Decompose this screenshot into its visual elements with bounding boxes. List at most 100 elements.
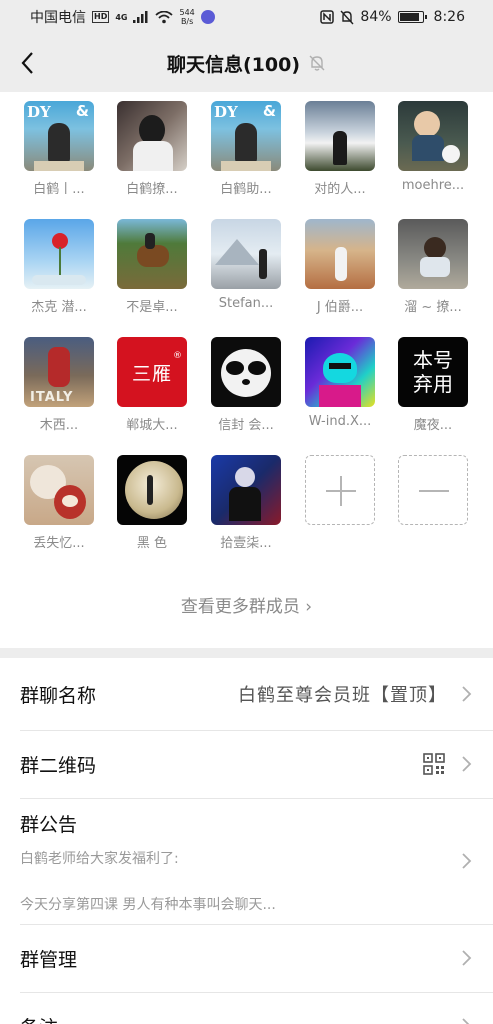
avatar-brand-text: 三雁 [131, 362, 172, 385]
member-name: 对的人... [314, 182, 366, 197]
member-tile[interactable]: Stefan... [202, 219, 290, 311]
member-tile[interactable]: 三雁 ® 郸城大... [108, 337, 196, 433]
remove-member-button[interactable] [389, 455, 477, 525]
net-speed-value: 544 [179, 8, 195, 17]
bell-off-status-icon [340, 10, 354, 24]
avatar-reg-mark: ® [173, 351, 182, 361]
net-speed-unit: B/s [180, 17, 194, 26]
group-manage-label: 群管理 [20, 948, 78, 971]
member-name: moehre... [401, 178, 465, 193]
member-tile[interactable]: 黑 色 [108, 455, 196, 551]
group-name-label: 群聊名称 [20, 684, 97, 707]
avatar [398, 101, 468, 171]
avatar [211, 337, 281, 407]
member-name: W-ind.X... [308, 414, 372, 429]
member-name: 白鹤丨... [33, 182, 85, 197]
group-manage-row[interactable]: 群管理 [0, 924, 493, 992]
avatar: 三雁 ® [117, 337, 187, 407]
avatar [24, 455, 94, 525]
nav-bar: 聊天信息(100) [0, 34, 493, 92]
avatar-text-line1: 本号 [413, 348, 453, 372]
member-tile[interactable]: DY & 白鹤丨... [15, 101, 103, 197]
avatar [117, 455, 187, 525]
hd-badge: HD [92, 11, 110, 23]
qr-code-icon [423, 753, 445, 775]
member-name: Stefan... [218, 296, 274, 311]
avatar-dy-text: DY [27, 103, 51, 121]
member-tile[interactable]: 杰克 潜... [15, 219, 103, 315]
signal-icon [133, 11, 148, 23]
wifi-icon [155, 10, 174, 23]
avatar [305, 337, 375, 407]
nfc-icon [320, 10, 335, 24]
member-tile[interactable]: 信封 会... [202, 337, 290, 433]
member-name: 白鹤撩... [126, 182, 178, 197]
chevron-right-icon [462, 853, 472, 869]
minus-icon[interactable] [398, 455, 468, 525]
avatar [211, 455, 281, 525]
member-grid-card: DY & 白鹤丨... 白鹤撩... DY & 白鹤助... 对的人... mo… [0, 92, 493, 648]
member-tile[interactable]: 不是卓... [108, 219, 196, 315]
app-notification-icon [200, 10, 215, 24]
avatar [305, 219, 375, 289]
bell-off-icon [309, 55, 325, 71]
avatar [117, 101, 187, 171]
avatar: ITALY [24, 337, 94, 407]
member-tile[interactable]: 对的人... [296, 101, 384, 197]
group-remark-row[interactable]: 备注 [0, 992, 493, 1024]
avatar-text-line2: 弃用 [413, 372, 453, 396]
member-tile[interactable]: 白鹤撩... [108, 101, 196, 197]
avatar [211, 219, 281, 289]
avatar [305, 101, 375, 171]
clock: 8:26 [433, 9, 465, 25]
chevron-right-icon [462, 950, 472, 966]
avatar: DY & [24, 101, 94, 171]
group-notice-preview-line2: 今天分享第四课 男人有种本事叫会聊天... [20, 897, 276, 913]
member-tile[interactable]: 本号 弃用 魔夜... [389, 337, 477, 433]
member-tile[interactable]: moehre... [389, 101, 477, 193]
chevron-right-icon [462, 1018, 470, 1024]
member-tile[interactable]: 丢失忆... [15, 455, 103, 551]
member-name: 溜 ~ 撩... [404, 300, 462, 315]
avatar-dy-text: DY [214, 103, 238, 121]
member-tile[interactable]: 溜 ~ 撩... [389, 219, 477, 315]
chevron-right-icon [462, 686, 472, 702]
member-name: 信封 会... [218, 418, 274, 433]
avatar: DY & [211, 101, 281, 171]
carrier-label: 中国电信 [30, 10, 86, 26]
avatar-amp-text: & [75, 102, 89, 120]
battery-percent: 84% [360, 9, 392, 25]
member-name: 杰克 潜... [31, 300, 87, 315]
member-name: 郸城大... [126, 418, 178, 433]
avatar [117, 219, 187, 289]
member-name: 不是卓... [126, 300, 178, 315]
plus-icon[interactable] [305, 455, 375, 525]
group-name-value: 白鹤至尊会员班【置顶】 [238, 685, 447, 706]
network-label: 4G [115, 12, 128, 22]
member-tile[interactable]: J 伯爵... [296, 219, 384, 315]
member-name: 丢失忆... [33, 536, 85, 551]
group-notice-label: 群公告 [20, 814, 78, 836]
member-tile[interactable]: W-ind.X... [296, 337, 384, 429]
member-name: 黑 色 [136, 536, 168, 551]
group-notice-preview-line1: 白鹤老师给大家发福利了: [20, 851, 179, 867]
member-name: 魔夜... [413, 418, 453, 433]
battery-icon [397, 11, 427, 23]
member-name: 木西... [39, 418, 79, 433]
member-tile[interactable]: ITALY 木西... [15, 337, 103, 433]
view-more-members-link[interactable]: 查看更多群成员 › [0, 592, 493, 617]
group-remark-label: 备注 [20, 1013, 461, 1024]
net-speed: 544 B/s [179, 8, 194, 26]
status-bar: 中国电信 HD 4G 544 B/s 84% 8:26 [0, 0, 493, 34]
member-tile[interactable]: DY & 白鹤助... [202, 101, 290, 197]
avatar [24, 219, 94, 289]
avatar-amp-text: & [262, 102, 276, 120]
member-name: 拾壹柒... [220, 536, 272, 551]
add-member-button[interactable] [296, 455, 384, 525]
member-tile[interactable]: 拾壹柒... [202, 455, 290, 551]
avatar [398, 219, 468, 289]
chevron-left-icon[interactable] [14, 48, 44, 78]
member-name: 白鹤助... [220, 182, 272, 197]
group-qr-row[interactable]: 群二维码 [0, 730, 493, 798]
group-name-row[interactable]: 群聊名称 白鹤至尊会员班【置顶】 [0, 658, 493, 730]
